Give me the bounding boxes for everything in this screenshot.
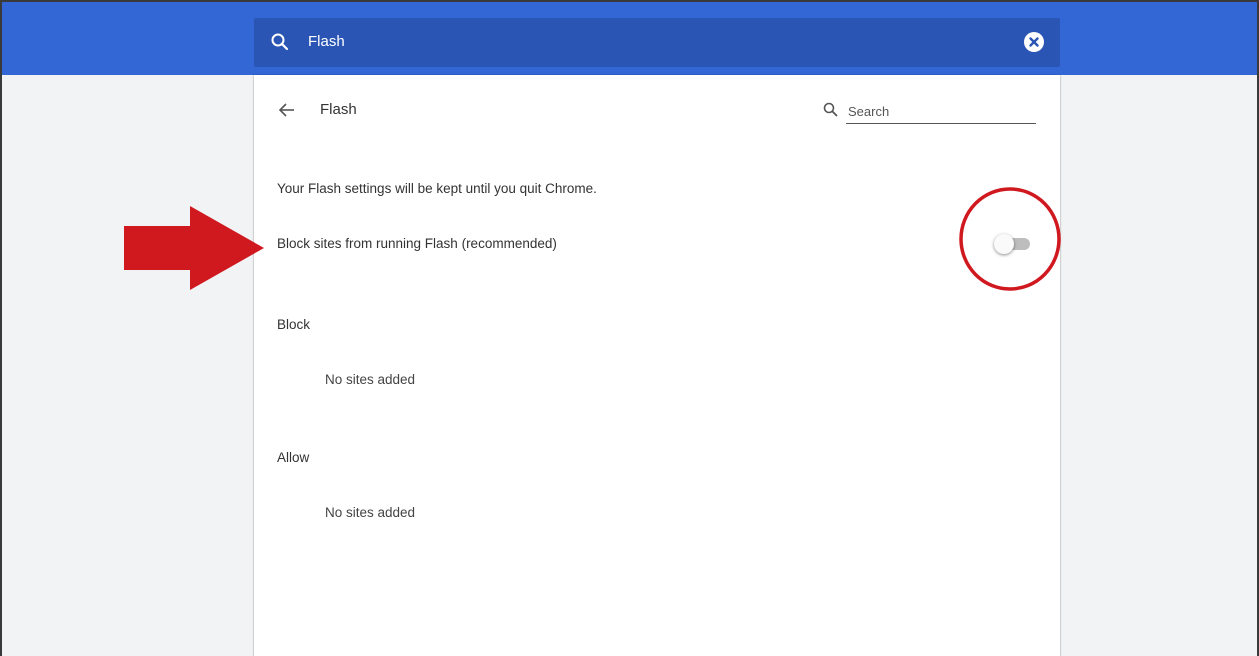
red-arrow-annotation bbox=[124, 206, 264, 290]
search-field-underline bbox=[846, 101, 1036, 124]
session-note: Your Flash settings will be kept until y… bbox=[277, 181, 597, 196]
search-input[interactable] bbox=[846, 101, 1036, 121]
back-arrow-icon[interactable] bbox=[276, 99, 298, 121]
search-query-text[interactable]: Flash bbox=[308, 32, 345, 52]
browser-frame: Flash Flash Your Flash settings wil bbox=[0, 0, 1259, 656]
search-icon bbox=[271, 33, 289, 51]
search-icon bbox=[823, 102, 838, 117]
settings-header: Flash bbox=[2, 2, 1257, 75]
block-empty-text: No sites added bbox=[325, 372, 416, 387]
allow-empty-text: No sites added bbox=[325, 505, 416, 520]
settings-card: Flash Your Flash settings will be kept u… bbox=[254, 75, 1060, 656]
page-search bbox=[822, 101, 1038, 127]
clear-icon[interactable] bbox=[1024, 32, 1044, 52]
page-title: Flash bbox=[320, 101, 357, 118]
allow-section-heading: Allow bbox=[277, 450, 310, 465]
block-flash-label: Block sites from running Flash (recommen… bbox=[277, 236, 557, 251]
red-circle-annotation bbox=[959, 187, 1061, 291]
block-section-heading: Block bbox=[277, 317, 311, 332]
settings-search-bar[interactable]: Flash bbox=[254, 18, 1060, 67]
